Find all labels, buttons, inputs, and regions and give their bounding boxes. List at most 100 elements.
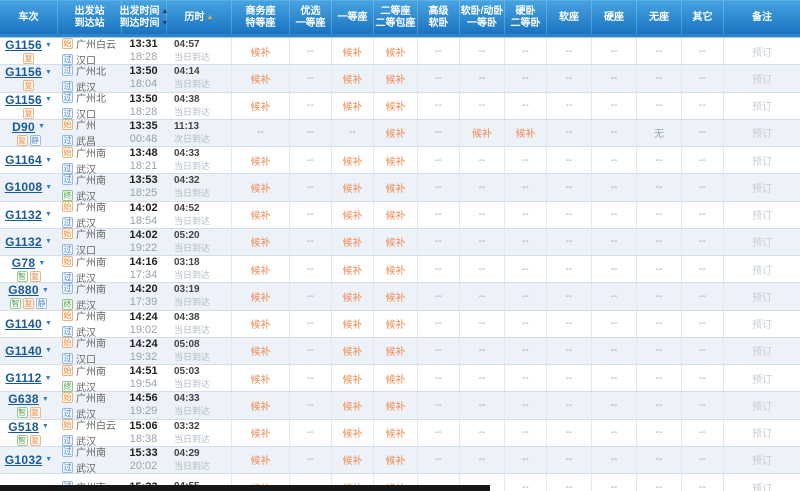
chevron-down-icon[interactable]: ▼: [45, 42, 52, 49]
column-header-14[interactable]: 无座: [636, 1, 681, 34]
column-header-3[interactable]: 出发时间▲到达时间▼: [121, 1, 166, 34]
seat-cell: --: [331, 120, 373, 146]
chevron-down-icon[interactable]: ▼: [42, 423, 49, 430]
column-label: 软卧/动卧: [461, 6, 504, 18]
seat-cell: --: [417, 283, 459, 309]
train-number-link[interactable]: G1140: [5, 317, 42, 331]
train-number-link[interactable]: G78: [12, 256, 36, 270]
station-cell: 始广州南过武汉: [57, 256, 121, 282]
train-number-link[interactable]: G1156: [5, 93, 42, 107]
seat-cell: --: [546, 365, 591, 391]
seat-cell: 候补: [331, 338, 373, 364]
train-cell: G1156▼复: [0, 38, 57, 64]
book-button[interactable]: 预订: [723, 283, 800, 309]
column-header-4[interactable]: 历时▲: [166, 1, 231, 34]
chevron-down-icon[interactable]: ▼: [42, 287, 49, 294]
book-button[interactable]: 预订: [723, 365, 800, 391]
chevron-down-icon[interactable]: ▼: [45, 456, 52, 463]
header-line: 一等卧: [467, 18, 497, 30]
column-label: 高级: [429, 6, 449, 18]
book-button[interactable]: 预订: [723, 311, 800, 337]
chevron-down-icon[interactable]: ▼: [45, 96, 52, 103]
chevron-down-icon[interactable]: ▼: [38, 260, 45, 267]
column-header-6[interactable]: 优选一等座: [289, 1, 331, 34]
chevron-down-icon[interactable]: ▼: [45, 69, 52, 76]
book-button[interactable]: 预订: [723, 174, 800, 200]
train-number-link[interactable]: G1008: [5, 180, 43, 194]
seat-cell: --: [591, 147, 636, 173]
column-header-1[interactable]: 车次: [0, 1, 57, 34]
train-number-link[interactable]: D90: [12, 120, 35, 134]
seat-cell: --: [289, 174, 331, 200]
arrival-time: 18:54: [130, 215, 158, 228]
station-pass-icon: 过: [62, 65, 73, 76]
chevron-down-icon[interactable]: ▼: [45, 320, 52, 327]
train-number-link[interactable]: G638: [8, 392, 39, 406]
column-header-15[interactable]: 其它: [681, 1, 723, 34]
arrival-time: 18:28: [130, 51, 158, 64]
book-button[interactable]: 预订: [723, 202, 800, 228]
column-header-11[interactable]: 硬卧二等卧: [504, 1, 546, 34]
column-header-16[interactable]: 备注: [723, 1, 800, 34]
seat-cell: 候补: [331, 392, 373, 418]
train-number-link[interactable]: G518: [8, 420, 39, 434]
book-button[interactable]: 预订: [723, 120, 800, 146]
chevron-down-icon[interactable]: ▼: [45, 375, 52, 382]
column-header-7[interactable]: 一等座: [331, 1, 373, 34]
arrive-day-label: 当日到达: [174, 78, 231, 90]
chevron-down-icon[interactable]: ▼: [38, 123, 45, 130]
seat-cell: --: [459, 311, 504, 337]
book-button[interactable]: 预订: [723, 65, 800, 91]
chevron-down-icon[interactable]: ▼: [45, 211, 52, 218]
seat-cell: --: [504, 474, 546, 491]
book-button[interactable]: 预订: [723, 392, 800, 418]
train-number-link[interactable]: G1132: [5, 208, 42, 222]
seat-cell: 候补: [373, 174, 417, 200]
book-button[interactable]: 预订: [723, 38, 800, 64]
train-badge: 复: [23, 108, 34, 119]
column-label: 硬座: [604, 12, 624, 24]
station-pass-icon: 过: [62, 446, 73, 457]
arrive-day-label: 当日到达: [174, 296, 231, 308]
column-header-10[interactable]: 软卧/动卧一等卧: [459, 1, 504, 34]
book-button[interactable]: 预订: [723, 447, 800, 473]
column-header-5[interactable]: 商务座特等座: [231, 1, 289, 34]
seat-cell: 候补: [231, 202, 289, 228]
chevron-down-icon[interactable]: ▼: [45, 157, 52, 164]
train-number-link[interactable]: G1140: [5, 344, 42, 358]
seat-cell: --: [289, 93, 331, 119]
seat-cell: --: [289, 420, 331, 446]
train-number-link[interactable]: G1112: [5, 371, 41, 385]
book-button[interactable]: 预订: [723, 147, 800, 173]
train-number-link[interactable]: G1164: [5, 153, 42, 167]
seat-cell: --: [417, 202, 459, 228]
book-button[interactable]: 预订: [723, 229, 800, 255]
book-button[interactable]: 预订: [723, 93, 800, 119]
train-number-link[interactable]: G1156: [5, 38, 42, 52]
chevron-down-icon[interactable]: ▼: [45, 238, 52, 245]
seat-cell: --: [681, 392, 723, 418]
train-number-link[interactable]: G1156: [5, 65, 42, 79]
column-header-13[interactable]: 硬座: [591, 1, 636, 34]
train-number-link[interactable]: G1032: [5, 453, 43, 467]
station-cell: 始广州南过武汉: [57, 202, 121, 228]
seat-cell: --: [504, 202, 546, 228]
column-header-2[interactable]: 出发站到达站: [57, 1, 121, 34]
departure-station: 过广州南: [62, 172, 121, 187]
book-button[interactable]: 预订: [723, 256, 800, 282]
chevron-down-icon[interactable]: ▼: [45, 184, 52, 191]
column-header-9[interactable]: 高级软卧: [417, 1, 459, 34]
chevron-down-icon[interactable]: ▼: [45, 347, 52, 354]
train-number-link[interactable]: G1132: [5, 235, 42, 249]
column-header-8[interactable]: 二等座二等包座: [373, 1, 417, 34]
book-button[interactable]: 预订: [723, 474, 800, 491]
departure-station: 始广州白云: [62, 36, 121, 51]
train-number-link[interactable]: G880: [8, 283, 39, 297]
book-button[interactable]: 预订: [723, 420, 800, 446]
seat-cell: 候补: [373, 93, 417, 119]
seat-cell: --: [417, 120, 459, 146]
sort-asc-icon[interactable]: ▲: [207, 12, 214, 24]
chevron-down-icon[interactable]: ▼: [42, 396, 49, 403]
column-header-12[interactable]: 软座: [546, 1, 591, 34]
book-button[interactable]: 预订: [723, 338, 800, 364]
